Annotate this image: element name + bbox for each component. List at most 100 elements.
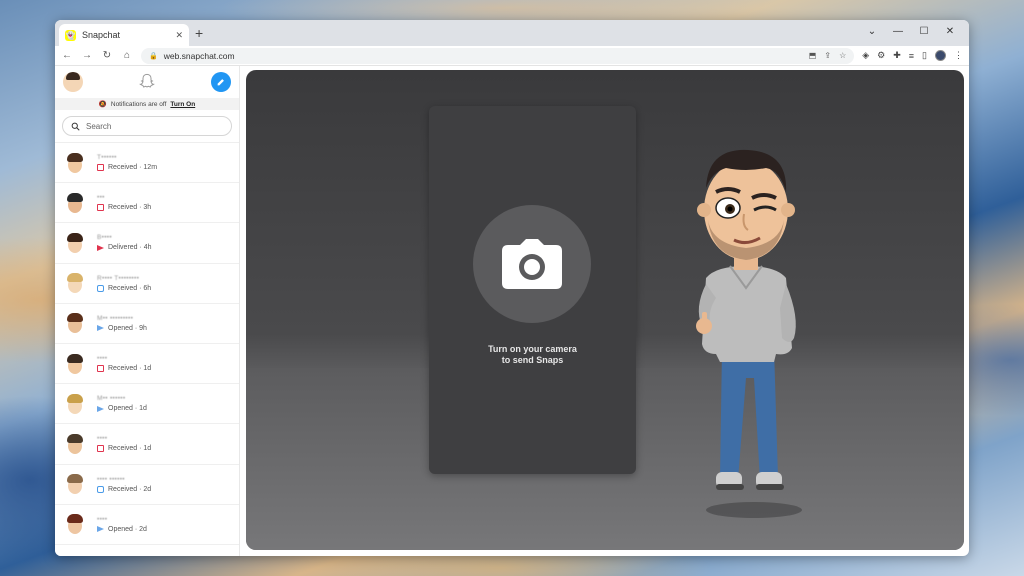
received-snap-icon xyxy=(97,365,104,373)
window-close-button[interactable]: ✕ xyxy=(937,22,963,42)
friend-bitmoji-avatar xyxy=(63,512,87,536)
chat-item[interactable]: •••• Opened · 2d xyxy=(55,505,239,545)
tab-snapchat[interactable]: 👻 Snapchat ✕ xyxy=(59,24,189,46)
friend-name: M•• ••••••••• xyxy=(97,314,134,322)
chat-item[interactable]: B•••• Delivered · 4h xyxy=(55,223,239,264)
forward-icon[interactable]: → xyxy=(81,50,93,61)
new-tab-button[interactable]: + xyxy=(195,25,203,41)
chat-status-text: Received · 1d xyxy=(108,445,152,453)
extensions-area: ◈ ⚙ ✚ ≡ ▯ ⋮ xyxy=(862,50,963,61)
notification-text: Notifications are off xyxy=(110,100,167,108)
chat-item[interactable]: •••• Received · 1d xyxy=(55,344,239,385)
menu-kebab-icon[interactable]: ⋮ xyxy=(954,50,963,61)
chat-item[interactable]: •••• •••••• Received · 2d xyxy=(55,465,239,505)
chat-status-text: Received · 2d xyxy=(108,485,152,493)
camera-panel: Turn on your camera to send Snaps xyxy=(429,106,636,474)
window-controls: ⌄ — ☐ ✕ xyxy=(859,22,963,42)
friend-bitmoji-avatar xyxy=(63,271,87,295)
chat-status-text: Received · 6h xyxy=(108,284,152,292)
opened-snap-icon xyxy=(97,325,104,332)
address-bar[interactable]: 🔒 web.snapchat.com ⬒ ⇪ ☆ xyxy=(141,47,855,64)
snapchat-ghost-icon: 👻 xyxy=(65,29,76,41)
media-icon[interactable]: ≡ xyxy=(909,51,914,61)
received-snap-icon xyxy=(97,204,104,212)
chat-status-text: Opened · 2d xyxy=(108,525,147,533)
chat-item[interactable]: R•••• T•••••••• Received · 6h xyxy=(55,264,239,304)
notification-banner: 🔕 Notifications are off Turn On xyxy=(55,98,239,110)
camera-area: Turn on your camera to send Snaps xyxy=(240,66,969,556)
friend-bitmoji-avatar xyxy=(63,191,87,215)
camera-prompt-line1: Turn on your camera xyxy=(488,344,577,354)
side-panel-icon[interactable]: ▯ xyxy=(922,50,927,61)
browser-window: 👻 Snapchat ✕ + ⌄ — ☐ ✕ ← → ↻ ⌂ 🔒 web.sna… xyxy=(55,20,969,556)
opened-snap-icon xyxy=(97,526,104,533)
friend-bitmoji-avatar xyxy=(63,352,87,376)
friend-bitmoji-avatar xyxy=(63,432,87,456)
chat-item[interactable]: T•••••• Received · 12m xyxy=(55,143,239,184)
friend-bitmoji-avatar xyxy=(63,151,87,175)
sidebar-header xyxy=(55,66,239,98)
home-icon[interactable]: ⌂ xyxy=(121,50,133,61)
opened-snap-icon xyxy=(97,405,104,412)
new-chat-button[interactable] xyxy=(211,72,231,92)
lock-icon[interactable]: 🔒 xyxy=(149,52,158,60)
friend-name: •••• •••••• xyxy=(97,475,125,483)
chat-item[interactable]: M•• ••••••••• Opened · 9h xyxy=(55,304,239,344)
received-chat-icon xyxy=(97,284,104,292)
share-icon[interactable]: ⇪ xyxy=(824,51,831,60)
browser-toolbar: ← → ↻ ⌂ 🔒 web.snapchat.com ⬒ ⇪ ☆ ◈ ⚙ ✚ ≡… xyxy=(55,46,969,66)
chat-status-text: Delivered · 4h xyxy=(108,244,152,252)
bookmark-star-icon[interactable]: ☆ xyxy=(839,51,846,60)
friend-bitmoji-avatar xyxy=(63,392,87,416)
camera-icon xyxy=(502,239,562,289)
friend-bitmoji-avatar xyxy=(63,231,87,255)
chat-list: T•••••• Received · 12m ••• Received · 3h… xyxy=(55,142,239,545)
minimize-button[interactable]: — xyxy=(885,22,911,42)
enable-camera-button[interactable] xyxy=(473,205,591,323)
search-icon xyxy=(71,122,80,131)
camera-prompt: Turn on your camera to send Snaps xyxy=(429,344,636,366)
chat-status-text: Received · 3h xyxy=(108,204,152,212)
chat-item[interactable]: •••• Received · 1d xyxy=(55,424,239,465)
received-chat-icon xyxy=(97,485,104,493)
search-placeholder: Search xyxy=(86,121,112,131)
turn-on-notifications-link[interactable]: Turn On xyxy=(170,101,195,108)
friend-bitmoji-avatar xyxy=(63,311,87,335)
camera-prompt-line2: to send Snaps xyxy=(501,355,564,365)
chat-status-text: Opened · 9h xyxy=(108,324,147,332)
delivered-snap-icon xyxy=(97,244,104,251)
friend-name: •••• xyxy=(97,515,108,523)
friend-name: ••• xyxy=(97,194,105,202)
chat-item[interactable]: ••• Received · 3h xyxy=(55,183,239,224)
received-snap-icon xyxy=(97,164,104,172)
close-icon[interactable]: ✕ xyxy=(175,30,183,41)
bitmoji-character xyxy=(696,149,802,518)
friend-name: B•••• xyxy=(97,234,112,242)
puzzle-icon[interactable]: ✚ xyxy=(893,50,901,61)
chat-sidebar: 🔕 Notifications are off Turn On Search T… xyxy=(55,66,240,556)
bell-icon: 🔕 xyxy=(98,101,107,108)
chat-status-text: Received · 12m xyxy=(108,164,158,172)
page-content: 🔕 Notifications are off Turn On Search T… xyxy=(55,66,969,556)
search-input[interactable]: Search xyxy=(62,116,232,136)
maximize-button[interactable]: ☐ xyxy=(911,22,937,42)
snapchat-ghost-icon xyxy=(139,73,155,92)
tab-strip: 👻 Snapchat ✕ + ⌄ — ☐ ✕ xyxy=(55,20,969,46)
url-text: web.snapchat.com xyxy=(163,50,235,61)
friend-name: •••• xyxy=(97,435,108,443)
tab-title: Snapchat xyxy=(82,30,121,40)
camera-stage: Turn on your camera to send Snaps xyxy=(246,70,964,550)
install-app-icon[interactable]: ⬒ xyxy=(809,51,817,60)
friend-name: •••• xyxy=(97,355,108,363)
gear-icon[interactable]: ⚙ xyxy=(877,50,885,61)
back-icon[interactable]: ← xyxy=(61,50,73,61)
my-bitmoji-avatar[interactable] xyxy=(63,72,83,92)
chat-item[interactable]: M•• •••••• Opened · 1d xyxy=(55,384,239,425)
reload-icon[interactable]: ↻ xyxy=(101,50,113,61)
friend-bitmoji-avatar xyxy=(63,472,87,496)
extension-icon[interactable]: ◈ xyxy=(862,50,869,61)
chat-status-text: Received · 1d xyxy=(108,365,152,373)
friend-name: T•••••• xyxy=(97,154,117,162)
profile-avatar[interactable] xyxy=(935,50,946,61)
tab-search-icon[interactable]: ⌄ xyxy=(859,22,885,42)
